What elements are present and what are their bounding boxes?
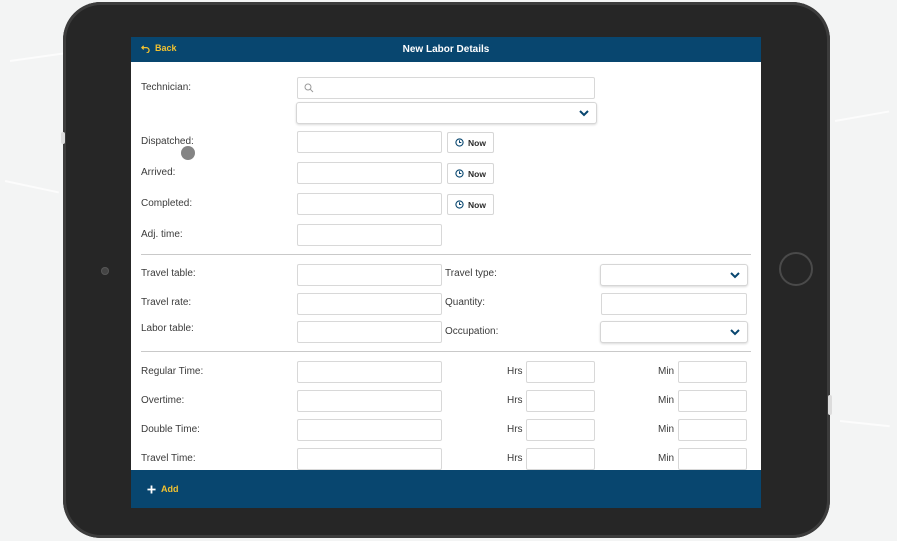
overtime-input[interactable]	[297, 390, 442, 412]
double-time-input[interactable]	[297, 419, 442, 441]
arrived-input[interactable]	[297, 162, 442, 184]
app-screen: Back New Labor Details Technician: Dispa…	[131, 37, 761, 508]
hrs-label: Hrs	[507, 366, 523, 377]
occupation-select[interactable]	[600, 321, 748, 343]
travel-type-label: Travel type:	[445, 268, 497, 279]
now-label: Now	[468, 199, 486, 210]
completed-now-button[interactable]: Now	[447, 194, 494, 215]
min-label: Min	[658, 424, 675, 435]
quantity-label: Quantity:	[445, 297, 486, 308]
camera-icon	[101, 267, 109, 275]
technician-select[interactable]	[296, 102, 597, 124]
chevron-down-icon	[579, 110, 589, 117]
regular-time-hrs-input[interactable]	[526, 361, 595, 383]
labor-table-input[interactable]	[297, 321, 442, 343]
hrs-label: Hrs	[507, 453, 523, 464]
arrived-label: Arrived:	[141, 167, 176, 178]
double-time-min-input[interactable]	[678, 419, 747, 441]
background-stroke	[4, 180, 60, 194]
overtime-min-input[interactable]	[678, 390, 747, 412]
chevron-down-icon	[730, 329, 740, 336]
tablet-side-button	[61, 132, 65, 144]
regular-time-input[interactable]	[297, 361, 442, 383]
completed-input[interactable]	[297, 193, 442, 215]
hrs-label: Hrs	[507, 395, 523, 406]
clock-icon	[455, 200, 464, 209]
arrived-now-button[interactable]: Now	[447, 163, 494, 184]
now-label: Now	[468, 137, 486, 148]
top-bar: Back New Labor Details	[131, 37, 761, 62]
background-stroke	[834, 110, 890, 122]
overtime-label: Overtime:	[141, 395, 185, 406]
travel-table-label: Travel table:	[141, 268, 196, 279]
min-label: Min	[658, 453, 675, 464]
plus-icon	[147, 484, 156, 494]
home-button[interactable]	[779, 252, 813, 286]
travel-table-input[interactable]	[297, 264, 442, 286]
page-title: New Labor Details	[402, 44, 490, 55]
adj-time-input[interactable]	[297, 224, 442, 246]
technician-label: Technician:	[141, 82, 192, 93]
adj-time-label: Adj. time:	[141, 229, 183, 240]
now-label: Now	[468, 168, 486, 179]
touch-cursor	[181, 146, 195, 160]
dispatched-now-button[interactable]: Now	[447, 132, 494, 153]
add-button[interactable]: Add	[147, 484, 179, 494]
min-label: Min	[658, 366, 675, 377]
occupation-label: Occupation:	[445, 326, 499, 337]
section-divider	[141, 254, 751, 255]
bottom-bar: Add	[131, 470, 761, 508]
travel-time-hrs-input[interactable]	[526, 448, 595, 470]
double-time-label: Double Time:	[141, 424, 200, 435]
overtime-hrs-input[interactable]	[526, 390, 595, 412]
add-label: Add	[161, 484, 179, 494]
clock-icon	[455, 169, 464, 178]
regular-time-min-input[interactable]	[678, 361, 747, 383]
min-label: Min	[658, 395, 675, 406]
section-divider	[141, 351, 751, 352]
clock-icon	[455, 138, 464, 147]
background-stroke	[839, 420, 890, 428]
double-time-hrs-input[interactable]	[526, 419, 595, 441]
dispatched-input[interactable]	[297, 131, 442, 153]
travel-time-input[interactable]	[297, 448, 442, 470]
labor-table-label: Labor table:	[141, 323, 194, 334]
hrs-label: Hrs	[507, 424, 523, 435]
technician-search-input[interactable]	[297, 77, 595, 99]
completed-label: Completed:	[141, 198, 193, 209]
travel-type-select[interactable]	[600, 264, 748, 286]
search-icon	[304, 83, 314, 93]
background-stroke	[9, 51, 70, 62]
travel-rate-label: Travel rate:	[141, 297, 192, 308]
travel-time-min-input[interactable]	[678, 448, 747, 470]
travel-time-label: Travel Time:	[141, 453, 196, 464]
tablet-side-button	[828, 395, 832, 415]
travel-rate-input[interactable]	[297, 293, 442, 315]
chevron-down-icon	[730, 272, 740, 279]
quantity-input[interactable]	[601, 293, 747, 315]
regular-time-label: Regular Time:	[141, 366, 204, 377]
